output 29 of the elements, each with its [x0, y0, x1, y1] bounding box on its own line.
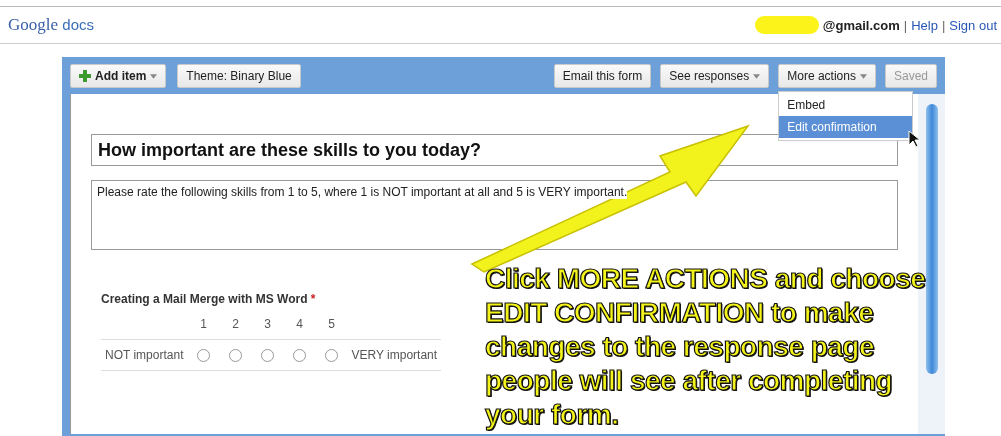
radio-button[interactable] — [324, 349, 338, 363]
header-link[interactable]: Sign out — [949, 17, 997, 33]
google-docs-logo[interactable]: Google docs — [8, 15, 94, 35]
callout-text: Click MORE ACTIONS and choose EDIT CONFIRMATION to make changes to the response page people will see after completing your form. — [485, 262, 926, 432]
radio-button[interactable] — [292, 349, 306, 363]
radio-button[interactable] — [260, 349, 274, 363]
scale-number: 1 — [187, 316, 220, 340]
low-label: NOT important — [101, 339, 188, 371]
radio-button[interactable] — [196, 349, 210, 363]
header-link[interactable]: Help — [911, 17, 938, 33]
redaction-mark — [754, 16, 819, 34]
link-separator: | — [941, 17, 946, 33]
toolbar-button[interactable]: Email this form — [553, 64, 652, 88]
link-separator: | — [903, 17, 908, 33]
scale-number: 5 — [315, 316, 348, 340]
scale-number: 3 — [251, 316, 284, 340]
question-title: Creating a Mail Merge with MS Word * — [101, 292, 317, 306]
toolbar-button[interactable]: Add item — [70, 64, 167, 88]
scale-number: 4 — [283, 316, 316, 340]
scale-number: 2 — [219, 316, 252, 340]
toolbar-button[interactable]: Theme: Binary Blue — [177, 64, 301, 88]
plus-icon — [79, 70, 91, 82]
account-email: @gmail.com — [822, 17, 900, 33]
toolbar-button[interactable]: More actions — [778, 64, 876, 88]
toolbar-button[interactable]: See responses — [660, 64, 770, 88]
menu-item[interactable]: Embed — [779, 94, 913, 116]
scrollbar-thumb[interactable] — [925, 104, 938, 374]
radio-button[interactable] — [228, 349, 242, 363]
high-label: VERY important — [347, 339, 442, 371]
